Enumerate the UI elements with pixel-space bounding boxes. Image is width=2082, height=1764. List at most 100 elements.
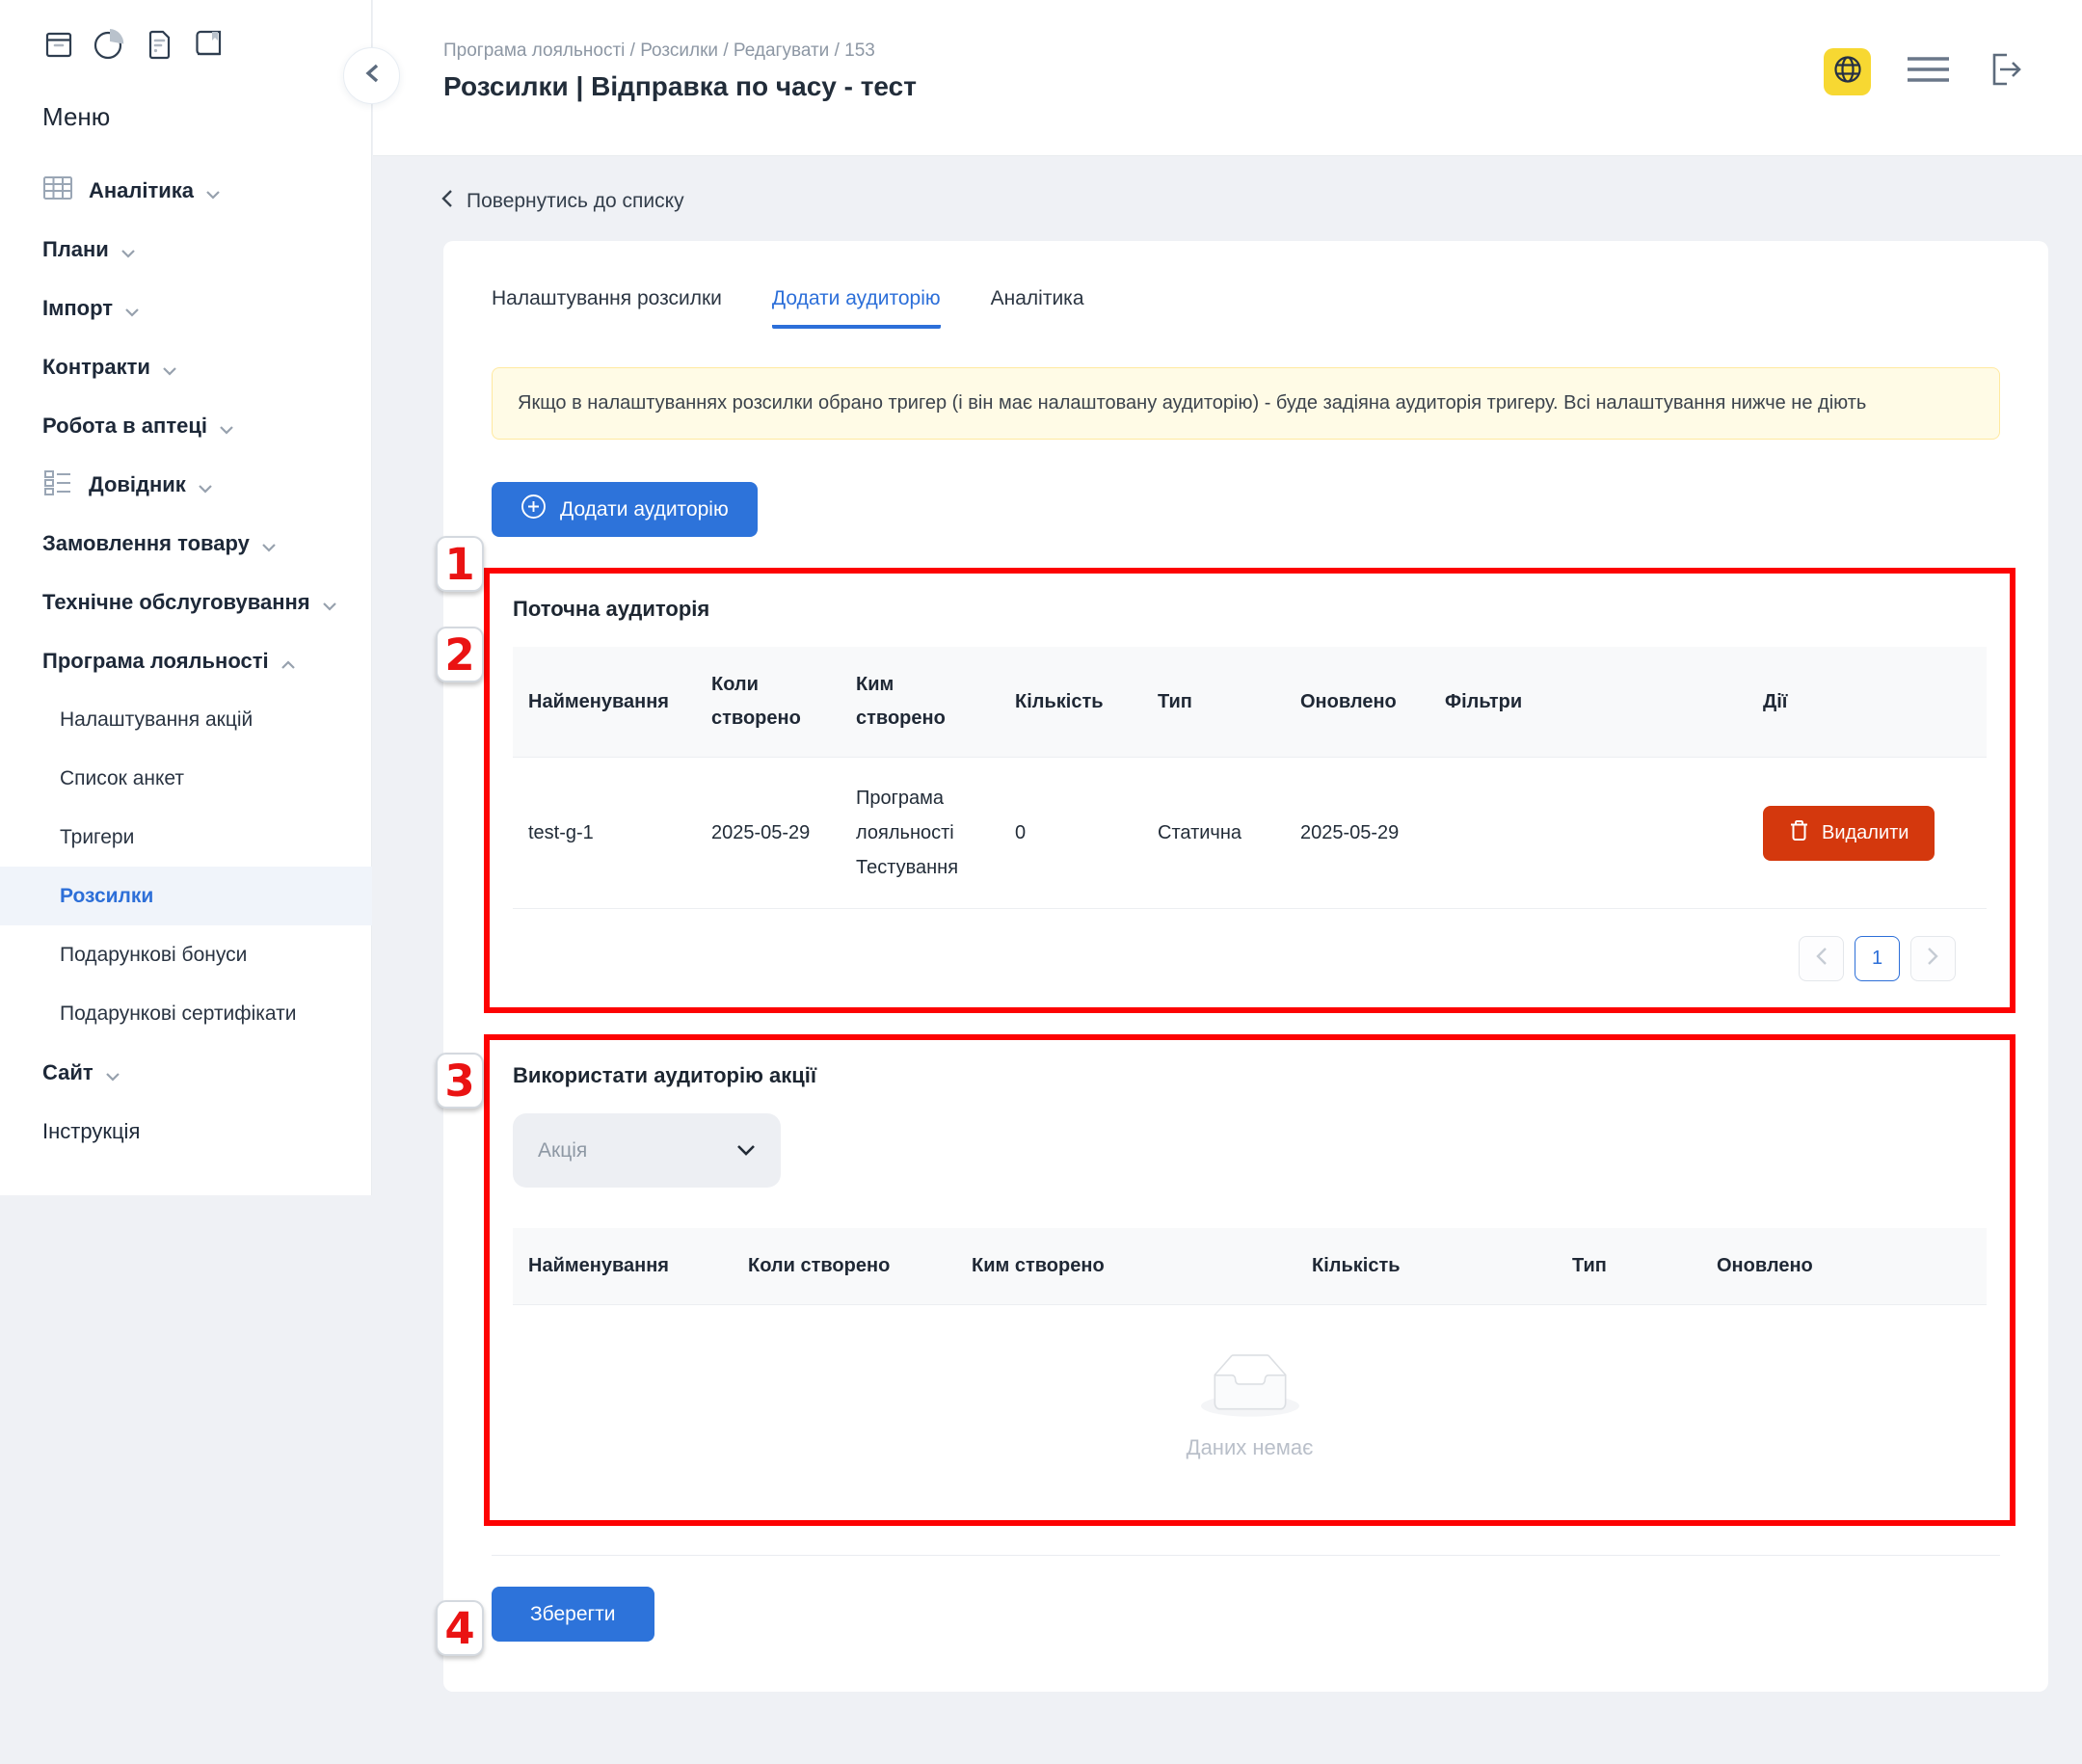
sidebar-subitem-mailings[interactable]: Розсилки: [0, 867, 372, 925]
delete-label: Видалити: [1822, 822, 1908, 844]
topbar-actions: [1824, 48, 2026, 95]
col-actions: Дії: [1748, 647, 1987, 758]
cell-updated: 2025-05-29: [1285, 758, 1429, 909]
sidebar-subitem-promo-settings[interactable]: Налаштування акцій: [0, 690, 372, 749]
sidebar-item-import[interactable]: Імпорт: [42, 279, 371, 337]
trigger-warning-alert: Якщо в налаштуваннях розсилки обрано три…: [492, 367, 2000, 440]
subitem-label: Список анкет: [60, 767, 184, 790]
subitem-label: Подарункові сертифікати: [60, 1002, 296, 1026]
sidebar-subitem-gift-bonuses[interactable]: Подарункові бонуси: [0, 925, 372, 984]
sidebar-item-loyalty-program[interactable]: Програма лояльності: [42, 631, 371, 690]
sidebar-item-instruction[interactable]: Інструкція: [42, 1102, 371, 1161]
col-count: Кількість: [1000, 647, 1142, 758]
col-type: Тип: [1142, 647, 1285, 758]
pagination: 1: [513, 909, 1987, 1007]
sidebar-item-label: Аналітика: [89, 178, 194, 203]
pagination-prev-button[interactable]: [1799, 936, 1844, 981]
col-count: Кількість: [1296, 1228, 1557, 1305]
annotation-3: 3: [436, 1053, 484, 1109]
sidebar-item-maintenance[interactable]: Технічне обслуговування: [42, 573, 371, 631]
pie-chart-icon[interactable]: [92, 27, 126, 62]
tabs: Налаштування розсилки Додати аудиторію А…: [492, 241, 2000, 329]
tab-analytics[interactable]: Аналітика: [991, 287, 1084, 329]
table-row: test-g-1 2025-05-29 Програма лояльності …: [513, 758, 1987, 909]
subitem-label: Налаштування акцій: [60, 708, 253, 732]
cell-type: Статична: [1142, 758, 1285, 909]
promo-audience-title: Використати аудиторію акції: [513, 1063, 1987, 1088]
pagination-page-1[interactable]: 1: [1855, 936, 1900, 981]
current-audience-table: Найменування Коли створено Ким створено …: [513, 647, 1987, 909]
sidebar-item-directory[interactable]: Довідник: [42, 455, 371, 514]
tab-add-audience[interactable]: Додати аудиторію: [772, 287, 941, 329]
sidebar-item-site[interactable]: Сайт: [42, 1043, 371, 1102]
sidebar-item-label: Сайт: [42, 1060, 93, 1085]
sidebar-item-pharmacy-work[interactable]: Робота в аптеці: [42, 396, 371, 455]
promo-audience-section: Використати аудиторію акції Акція Наймен…: [484, 1034, 2015, 1526]
promo-select[interactable]: Акція: [513, 1113, 781, 1188]
sidebar-item-plans[interactable]: Плани: [42, 220, 371, 279]
chevron-down-icon: [124, 298, 140, 323]
plus-circle-icon: [520, 494, 547, 525]
sidebar-item-goods-order[interactable]: Замовлення товару: [42, 514, 371, 573]
mailing-edit-card: Налаштування розсилки Додати аудиторію А…: [443, 241, 2048, 1692]
col-type: Тип: [1557, 1228, 1701, 1305]
topbar: Програма лояльності / Розсилки / Редагув…: [373, 0, 2082, 156]
subitem-label: Тригери: [60, 826, 134, 849]
delete-button[interactable]: Видалити: [1763, 806, 1935, 861]
document-icon[interactable]: [143, 28, 175, 61]
col-updated: Оновлено: [1701, 1228, 1987, 1305]
sidebar-item-label: Контракти: [42, 355, 150, 380]
chevron-left-icon: [440, 189, 453, 214]
hamburger-menu-button[interactable]: [1906, 55, 1951, 89]
col-created-by: Ким створено: [841, 647, 1000, 758]
globe-icon: [1832, 54, 1863, 90]
cell-created-by: Програма лояльності Тестування: [841, 758, 1000, 909]
back-link-label: Повернутись до списку: [467, 190, 684, 213]
col-updated: Оновлено: [1285, 647, 1429, 758]
main-content: Повернутись до списку Налаштування розси…: [373, 156, 2082, 1764]
chevron-down-icon: [162, 357, 177, 382]
tab-mailing-settings[interactable]: Налаштування розсилки: [492, 287, 722, 329]
sidebar-item-label: Плани: [42, 237, 109, 262]
back-to-list-link[interactable]: Повернутись до списку: [440, 189, 684, 214]
chevron-down-icon: [120, 239, 136, 264]
trash-icon: [1789, 819, 1809, 847]
col-name: Найменування: [513, 1228, 733, 1305]
sidebar-subitem-triggers[interactable]: Тригери: [0, 808, 372, 867]
sidebar-subitem-gift-certificates[interactable]: Подарункові сертифікати: [0, 984, 372, 1043]
sidebar-subitem-questionnaires[interactable]: Список анкет: [0, 749, 372, 808]
save-button[interactable]: Зберегти: [492, 1587, 654, 1642]
subitem-label: Розсилки: [60, 885, 153, 908]
cell-actions: Видалити: [1748, 758, 1987, 909]
book-icon[interactable]: [192, 28, 227, 61]
chevron-left-icon: [364, 63, 380, 89]
sidebar-footer-menu: Сайт Інструкція: [42, 1043, 371, 1161]
chevron-down-icon: [205, 180, 221, 205]
language-button[interactable]: [1824, 48, 1871, 95]
current-audience-title: Поточна аудиторія: [513, 597, 1987, 622]
chevron-down-icon: [736, 1139, 756, 1163]
chevron-down-icon: [322, 592, 337, 617]
sidebar-collapse-button[interactable]: [343, 47, 400, 104]
sidebar-item-analytics[interactable]: Аналітика: [42, 161, 371, 220]
col-created-at: Коли створено: [733, 1228, 956, 1305]
grid-icon: [42, 174, 73, 208]
sidebar-app-icons: [42, 27, 371, 62]
add-audience-row: Додати аудиторію: [492, 482, 2000, 537]
pagination-next-button[interactable]: [1910, 936, 1956, 981]
chevron-down-icon: [219, 415, 234, 441]
annotation-1: 1: [436, 536, 484, 592]
sidebar-item-label: Довідник: [89, 472, 186, 497]
chevron-right-icon: [1927, 947, 1939, 972]
chevron-down-icon: [261, 533, 277, 558]
annotation-2: 2: [436, 627, 484, 682]
logout-button[interactable]: [1986, 49, 2026, 94]
breadcrumb: Програма лояльності / Розсилки / Редагув…: [443, 40, 875, 62]
add-audience-button[interactable]: Додати аудиторію: [492, 482, 758, 537]
sidebar-item-contracts[interactable]: Контракти: [42, 337, 371, 396]
sidebar-item-label: Інструкція: [42, 1119, 140, 1144]
list-icon: [42, 468, 73, 502]
promo-select-placeholder: Акція: [538, 1139, 587, 1163]
archive-icon[interactable]: [42, 28, 75, 61]
promo-audience-table: Найменування Коли створено Ким створено …: [513, 1228, 1987, 1305]
